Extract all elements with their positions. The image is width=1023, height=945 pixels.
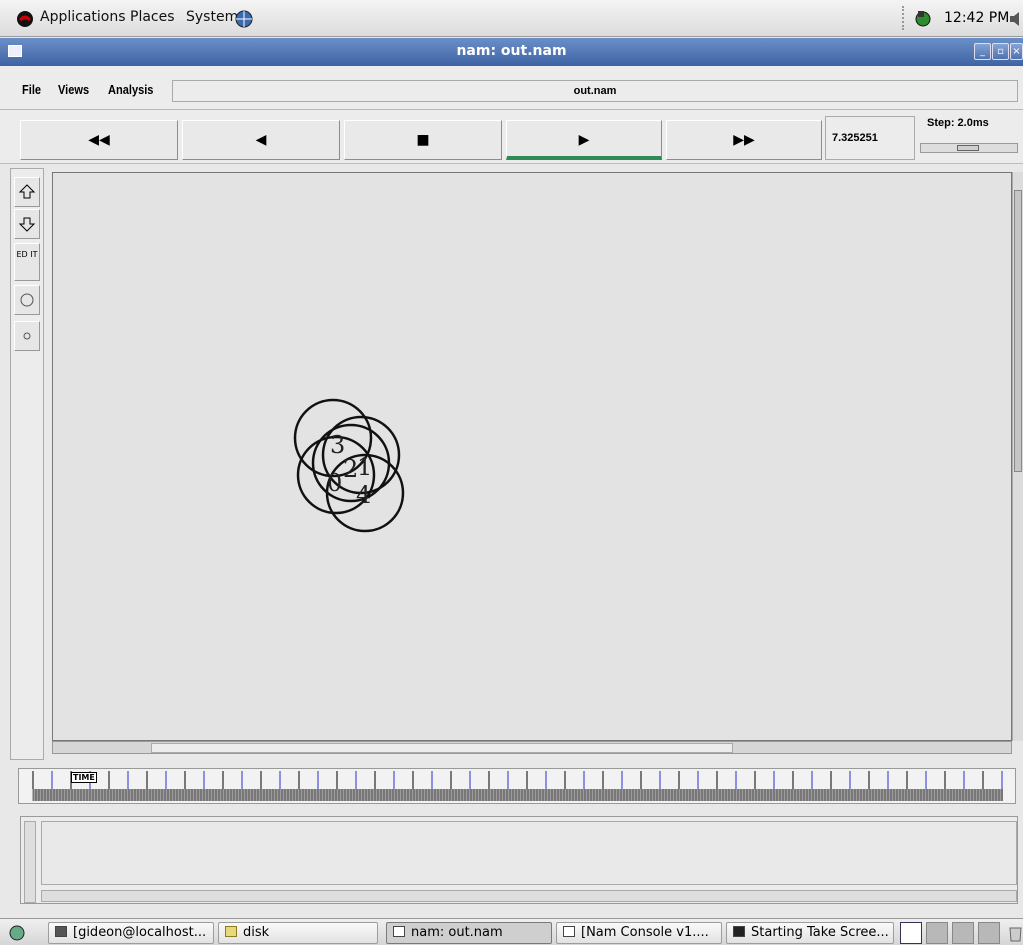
zoom-in-icon <box>18 184 36 199</box>
trash-icon[interactable] <box>1008 924 1023 942</box>
zoom-out-icon <box>18 217 36 232</box>
window-icon <box>563 926 575 937</box>
file-menu[interactable]: File <box>22 82 41 97</box>
close-button[interactable]: × <box>1010 43 1023 60</box>
annotation-list[interactable] <box>41 821 1017 885</box>
edit-tool[interactable]: ED IT <box>14 243 40 281</box>
network-globe-icon[interactable] <box>234 9 254 29</box>
maximize-button[interactable]: ▫ <box>992 43 1009 60</box>
system-menu[interactable]: System <box>186 9 238 25</box>
taskbar: [gideon@localhost... disk nam: out.nam [… <box>0 918 1023 945</box>
play-button[interactable]: ▶ <box>506 120 662 160</box>
task-label: [gideon@localhost... <box>73 925 207 940</box>
task-label: disk <box>243 925 270 940</box>
node-label-1: 1 <box>357 453 372 481</box>
views-menu[interactable]: Views <box>58 82 89 97</box>
panel-clock[interactable]: 12:42 PM <box>944 10 1009 26</box>
camera-icon <box>733 926 745 937</box>
time-ruler-ticks <box>32 771 1003 801</box>
network-canvas[interactable]: 3 0 2 1 4 <box>52 172 1012 741</box>
stop-button[interactable]: ■ <box>344 120 502 160</box>
large-circle-icon <box>20 293 34 307</box>
small-node-tool[interactable] <box>14 321 40 351</box>
rewind-button[interactable]: ◀◀ <box>20 120 178 160</box>
task-terminal[interactable]: [gideon@localhost... <box>48 922 214 944</box>
file-name-display: out.nam <box>172 80 1018 102</box>
task-label: Starting Take Scree... <box>751 925 889 940</box>
step-label: Step: 2.0ms <box>927 117 989 129</box>
zoom-out-tool[interactable] <box>14 209 40 239</box>
annotation-horizontal-scrollbar[interactable] <box>41 890 1017 902</box>
task-disk[interactable]: disk <box>218 922 378 944</box>
step-slider[interactable] <box>920 143 1018 153</box>
window-titlebar[interactable]: nam: out.nam _ ▫ × <box>0 38 1023 66</box>
canvas-horizontal-scrollbar[interactable] <box>52 741 1012 754</box>
workspace-4[interactable] <box>978 922 1000 944</box>
task-nam-console[interactable]: [Nam Console v1.... <box>556 922 722 944</box>
step-slider-thumb[interactable] <box>957 145 979 151</box>
vertical-scroll-thumb[interactable] <box>1014 190 1022 472</box>
workspace-1[interactable] <box>900 922 922 944</box>
terminal-icon <box>55 926 67 937</box>
annotation-panel <box>20 816 1018 904</box>
network-topology: 3 0 2 1 4 <box>293 398 405 533</box>
workspace-3[interactable] <box>952 922 974 944</box>
top-panel: Applications Places System 12:42 PM <box>0 0 1023 37</box>
redhat-logo-icon[interactable] <box>16 10 34 28</box>
node-label-4: 4 <box>356 481 371 509</box>
fast-forward-button[interactable]: ▶▶ <box>666 120 822 160</box>
places-menu[interactable]: Places <box>130 9 175 25</box>
applications-menu[interactable]: Applications <box>40 9 126 25</box>
panel-separator <box>902 6 906 30</box>
update-notifier-icon[interactable] <box>913 9 933 29</box>
node-label-2: 2 <box>343 455 358 483</box>
task-take-screenshot[interactable]: Starting Take Scree... <box>726 922 894 944</box>
large-node-tool[interactable] <box>14 285 40 315</box>
task-label: [Nam Console v1.... <box>581 925 709 940</box>
small-circle-icon <box>23 332 31 340</box>
annotation-vertical-scrollbar[interactable] <box>24 821 36 903</box>
tool-column: ED IT <box>10 168 44 760</box>
horizontal-scroll-thumb[interactable] <box>151 743 733 753</box>
time-ruler-label[interactable]: TIME <box>71 772 97 783</box>
current-time-value: 7.325251 <box>832 132 878 144</box>
analysis-menu[interactable]: Analysis <box>108 82 153 97</box>
task-label: nam: out.nam <box>411 925 503 940</box>
zoom-in-tool[interactable] <box>14 177 40 207</box>
step-back-button[interactable]: ◀ <box>182 120 340 160</box>
folder-icon <box>225 926 237 937</box>
minimize-button[interactable]: _ <box>974 43 991 60</box>
window-title: nam: out.nam <box>456 43 567 59</box>
window-icon <box>393 926 405 937</box>
workspace-2[interactable] <box>926 922 948 944</box>
time-ruler[interactable]: TIME <box>18 768 1016 804</box>
canvas-vertical-scrollbar[interactable] <box>1012 172 1023 741</box>
volume-icon[interactable] <box>1009 9 1023 29</box>
task-nam-window[interactable]: nam: out.nam <box>386 922 552 944</box>
node-label-0: 0 <box>327 469 342 497</box>
show-desktop-icon[interactable] <box>8 924 26 942</box>
